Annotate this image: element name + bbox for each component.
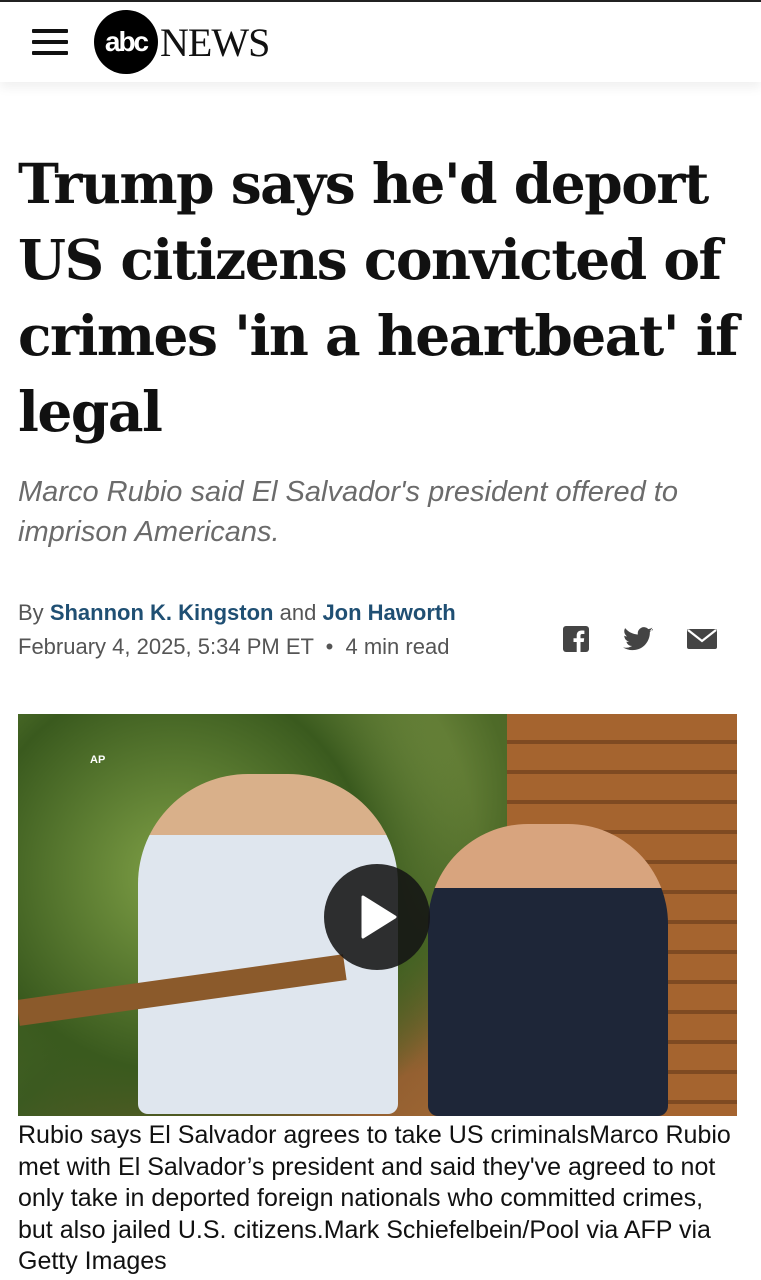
article-subheadline: Marco Rubio said El Salvador's president…	[18, 476, 678, 548]
video-player[interactable]: AP	[18, 714, 737, 1116]
author-link-1[interactable]: Shannon K. Kingston	[50, 600, 274, 625]
byline-prefix: By	[18, 600, 44, 625]
logo-circle: abc	[94, 10, 158, 74]
byline-row: By Shannon K. Kingston and Jon Haworth F…	[18, 596, 761, 664]
photo-person-right	[428, 824, 668, 1116]
abc-news-logo[interactable]: abc NEWS	[94, 10, 270, 74]
share-buttons	[563, 614, 717, 664]
media-caption: Rubio says El Salvador agrees to take US…	[18, 1121, 731, 1275]
author-link-2[interactable]: Jon Haworth	[322, 600, 455, 625]
play-icon	[361, 895, 397, 939]
byline-conjunction: and	[279, 600, 317, 625]
photo-credit-tag: AP	[90, 754, 106, 766]
publish-date: February 4, 2025, 5:34 PM ET	[18, 634, 314, 659]
hamburger-menu-icon[interactable]	[32, 29, 68, 55]
read-time: 4 min read	[345, 634, 450, 659]
logo-text: NEWS	[160, 19, 270, 65]
play-button[interactable]	[324, 864, 430, 970]
site-header: abc NEWS	[0, 2, 761, 82]
article-headline: Trump says he'd deport US citizens convi…	[18, 151, 739, 444]
email-icon[interactable]	[687, 629, 717, 649]
byline: By Shannon K. Kingston and Jon Haworth F…	[18, 596, 456, 664]
facebook-icon[interactable]	[563, 626, 589, 652]
twitter-icon[interactable]	[623, 626, 653, 652]
byline-separator: •	[325, 634, 334, 659]
